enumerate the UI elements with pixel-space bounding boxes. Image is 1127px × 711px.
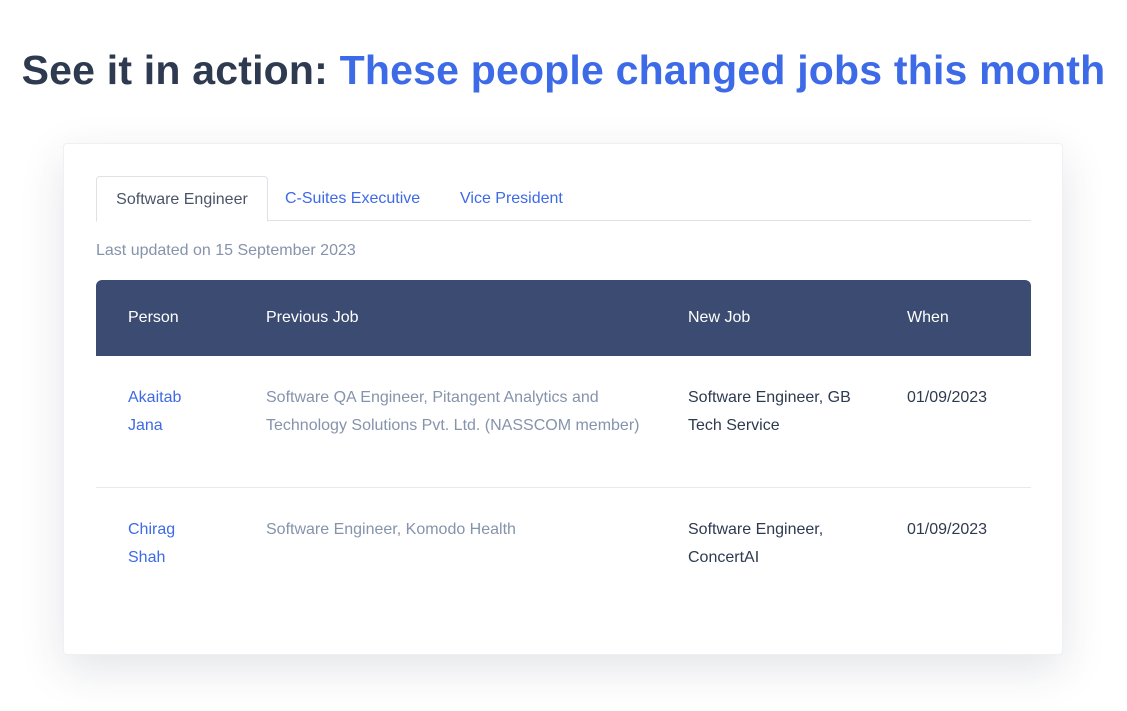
header-previous-job: Previous Job: [266, 309, 359, 326]
headline-accent: These people changed jobs this month: [339, 47, 1106, 93]
last-updated-text: Last updated on 15 September 2023: [96, 242, 356, 259]
when-cell: 01/09/2023: [907, 389, 988, 406]
page-headline: See it in action: These people changed j…: [0, 44, 1127, 96]
job-changes-table: Person Previous Job New Job When Akaitab…: [96, 280, 1031, 588]
page: See it in action: These people changed j…: [0, 0, 1127, 711]
header-person: Person: [128, 309, 179, 326]
tab-c-suites-executive[interactable]: C-Suites Executive: [285, 176, 420, 221]
previous-job-cell: Software QA Engineer, Pitangent Analytic…: [266, 389, 640, 434]
table-header: Person Previous Job New Job When: [96, 280, 1031, 356]
tab-software-engineer[interactable]: Software Engineer: [96, 176, 268, 222]
person-link[interactable]: Chirag Shah: [128, 516, 208, 571]
table-row: Chirag Shah Software Engineer, Komodo He…: [96, 488, 1031, 588]
role-tabs: Software Engineer C-Suites Executive Vic…: [96, 176, 1031, 222]
previous-job-cell: Software Engineer, Komodo Health: [266, 521, 516, 538]
header-when: When: [907, 309, 949, 326]
new-job-cell: Software Engineer, ConcertAI: [688, 521, 824, 566]
person-link[interactable]: Akaitab Jana: [128, 384, 208, 439]
new-job-cell: Software Engineer, GB Tech Service: [688, 389, 851, 434]
header-new-job: New Job: [688, 309, 751, 326]
tab-vice-president[interactable]: Vice President: [460, 176, 563, 221]
when-cell: 01/09/2023: [907, 521, 988, 538]
table-row: Akaitab Jana Software QA Engineer, Pitan…: [96, 356, 1031, 488]
headline-lead: See it in action:: [21, 47, 340, 93]
job-changes-card: Software Engineer C-Suites Executive Vic…: [63, 143, 1063, 655]
